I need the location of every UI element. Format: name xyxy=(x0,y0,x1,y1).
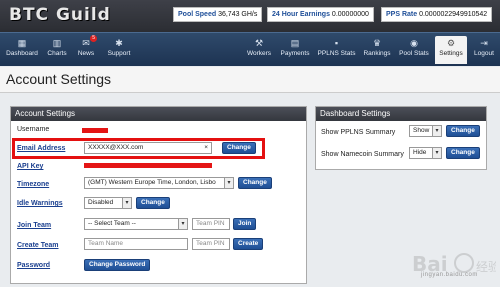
timezone-label[interactable]: Timezone xyxy=(17,181,49,188)
nav-support[interactable]: ✱ Support xyxy=(103,36,135,64)
nav-payments-label: Payments xyxy=(280,50,310,57)
pps-rate-label: PPS Rate xyxy=(386,11,418,18)
idle-warnings-label[interactable]: Idle Warnings xyxy=(17,200,63,207)
nav-settings[interactable]: ⚙ Settings xyxy=(435,36,467,64)
pps-rate-value: 0.0000022949910542 xyxy=(419,11,488,18)
namecoin-summary-value: Hide xyxy=(413,149,427,156)
nav-support-label: Support xyxy=(107,50,131,57)
pplns-summary-value: Show xyxy=(413,127,430,134)
idle-warnings-select[interactable]: Disabled ▾ xyxy=(84,197,132,209)
nav-payments[interactable]: ▤ Payments xyxy=(278,36,312,64)
pool-icon: ◉ xyxy=(410,38,418,48)
btc-guild-logo[interactable]: BTC Guild xyxy=(9,5,111,25)
nav-charts-label: Charts xyxy=(47,50,67,57)
chevron-down-icon: ▾ xyxy=(432,126,441,136)
nav-dashboard-label: Dashboard xyxy=(6,50,38,57)
nav-dashboard[interactable]: ▦ Dashboard xyxy=(3,36,41,64)
nav-pool-stats-label: Pool Stats xyxy=(399,50,429,57)
earnings-value: 0.00000000 xyxy=(331,11,369,18)
timezone-change-button[interactable]: Change xyxy=(238,177,272,189)
pplns-summary-select[interactable]: Show ▾ xyxy=(409,125,442,137)
chevron-down-icon: ▾ xyxy=(178,219,187,229)
pool-speed-label: Pool Speed xyxy=(178,11,217,18)
trophy-icon: ♛ xyxy=(372,38,382,48)
chevron-down-icon: ▾ xyxy=(122,198,131,208)
timezone-select[interactable]: (GMT) Western Europe Time, London, Lisbo… xyxy=(84,177,234,189)
dashboard-settings-heading: Dashboard Settings xyxy=(316,107,486,121)
team-name-input[interactable]: Team Name xyxy=(84,238,188,250)
team-pin-input[interactable]: Team PIN xyxy=(192,218,230,230)
namecoin-summary-label: Show Namecoin Summary xyxy=(321,151,404,158)
nav-news[interactable]: ✉ 5 News xyxy=(74,35,98,64)
chart-icon: ▥ xyxy=(52,38,62,48)
account-settings-heading: Account Settings xyxy=(11,107,306,121)
logout-icon: ⇥ xyxy=(480,38,488,48)
dashboard-icon: ▦ xyxy=(17,38,27,48)
nav-logout-label: Logout xyxy=(474,50,494,57)
news-badge: 5 xyxy=(90,35,97,42)
nav-settings-label: Settings xyxy=(439,50,463,57)
pplns-icon: ▪ xyxy=(334,38,339,48)
nav-rankings[interactable]: ♛ Rankings xyxy=(361,36,393,64)
gear-icon: ⚙ xyxy=(446,38,456,48)
username-redaction xyxy=(82,128,108,133)
top-header: BTC Guild Pool Speed 36,743 GH/s 24 Hour… xyxy=(0,0,500,32)
team-select-value: -- Select Team -- xyxy=(88,220,136,227)
page-title: Account Settings xyxy=(6,71,112,87)
support-icon: ✱ xyxy=(115,38,123,48)
chevron-down-icon: ▾ xyxy=(224,178,233,188)
email-highlight-box xyxy=(12,138,265,159)
watermark-url: jingyan.baidu.com xyxy=(421,272,478,278)
team-select[interactable]: -- Select Team -- ▾ xyxy=(84,218,188,230)
api-key-redaction xyxy=(84,163,212,168)
create-team-pin-input[interactable]: Team PIN xyxy=(192,238,230,250)
nav-charts[interactable]: ▥ Charts xyxy=(44,36,70,64)
earnings-label: 24 Hour Earnings xyxy=(272,11,330,18)
payments-icon: ▤ xyxy=(290,38,300,48)
create-team-button[interactable]: Create xyxy=(233,238,264,250)
dashboard-settings-panel: Dashboard Settings xyxy=(315,106,487,170)
account-settings-panel: Account Settings xyxy=(10,106,307,284)
nav-workers[interactable]: ⚒ Workers xyxy=(243,36,275,64)
page-title-bar: Account Settings xyxy=(0,67,500,93)
earnings-box: 24 Hour Earnings 0.00000000 xyxy=(267,7,374,22)
create-team-label[interactable]: Create Team xyxy=(17,242,59,249)
nav-news-label: News xyxy=(77,50,95,57)
team-name-placeholder: Team Name xyxy=(88,240,124,247)
create-team-pin-placeholder: Team PIN xyxy=(196,240,225,247)
team-pin-placeholder: Team PIN xyxy=(196,220,225,227)
workers-icon: ⚒ xyxy=(254,38,264,48)
nav-pplns-stats[interactable]: ▪ PPLNS Stats xyxy=(315,36,358,64)
password-label[interactable]: Password xyxy=(17,262,50,269)
pplns-change-button[interactable]: Change xyxy=(446,125,480,137)
namecoin-change-button[interactable]: Change xyxy=(446,147,480,159)
main-nav: ▦ Dashboard ▥ Charts ✉ 5 News ✱ Support … xyxy=(0,32,500,66)
pool-speed-box: Pool Speed 36,743 GH/s xyxy=(173,7,263,22)
idle-change-button[interactable]: Change xyxy=(136,197,170,209)
nav-pool-stats[interactable]: ◉ Pool Stats xyxy=(396,36,432,64)
username-label: Username xyxy=(17,126,50,133)
join-team-label[interactable]: Join Team xyxy=(17,222,51,229)
chevron-down-icon: ▾ xyxy=(432,148,441,158)
pps-rate-box: PPS Rate 0.0000022949910542 xyxy=(381,7,493,22)
api-key-label[interactable]: API Key xyxy=(17,163,43,170)
namecoin-summary-select[interactable]: Hide ▾ xyxy=(409,147,442,159)
nav-logout[interactable]: ⇥ Logout xyxy=(470,36,498,64)
nav-workers-label: Workers xyxy=(246,50,272,57)
pplns-summary-label: Show PPLNS Summary xyxy=(321,129,396,136)
idle-warnings-value: Disabled xyxy=(88,199,114,206)
change-password-button[interactable]: Change Password xyxy=(84,259,151,271)
pool-speed-value: 36,743 GH/s xyxy=(218,11,258,18)
join-team-button[interactable]: Join xyxy=(233,218,257,230)
nav-rankings-label: Rankings xyxy=(363,50,391,57)
timezone-value: (GMT) Western Europe Time, London, Lisbo xyxy=(88,179,216,186)
svg-text:经验: 经验 xyxy=(476,259,496,274)
nav-pplns-label: PPLNS Stats xyxy=(317,50,356,57)
